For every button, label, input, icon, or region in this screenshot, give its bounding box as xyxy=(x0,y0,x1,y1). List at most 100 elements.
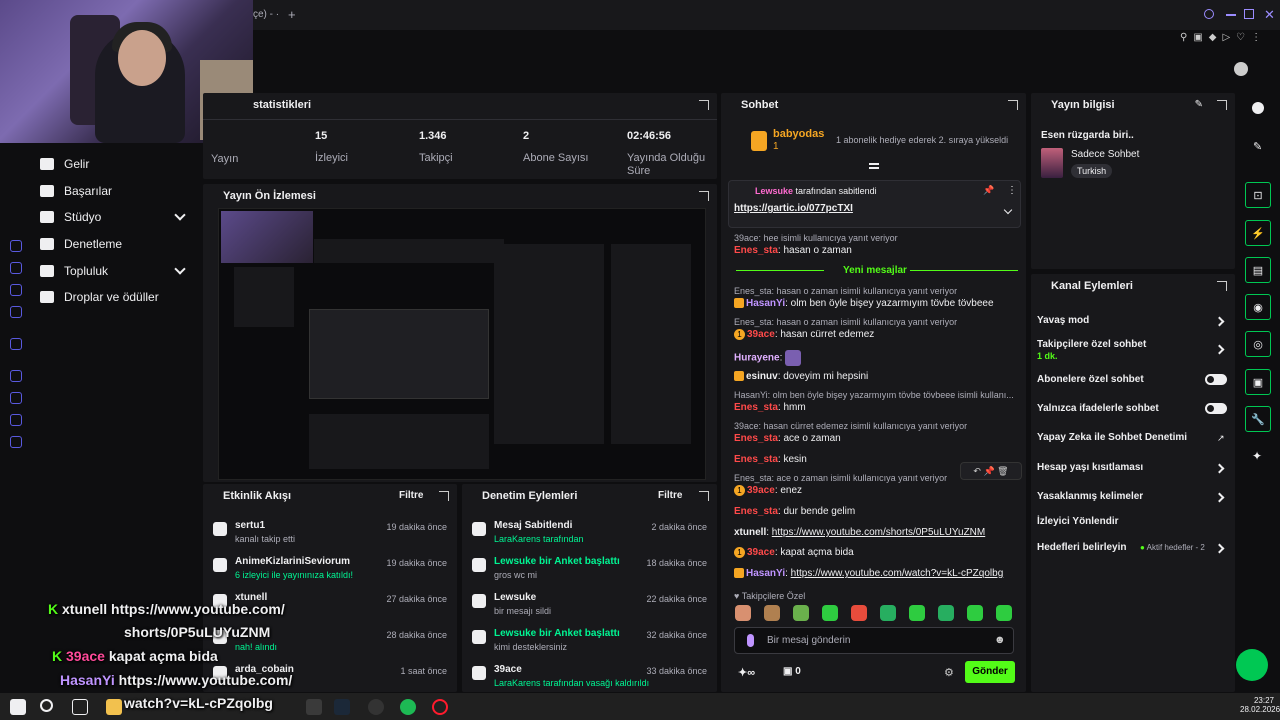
rail-button[interactable]: ⊡ xyxy=(1245,182,1271,208)
emote-icon[interactable] xyxy=(880,605,896,621)
chat-message[interactable]: HasanYi: https://www.youtube.com/watch?v… xyxy=(734,568,1003,579)
rail-button[interactable]: ▤ xyxy=(1245,257,1271,283)
emote-icon[interactable] xyxy=(967,605,983,621)
opera-icon[interactable] xyxy=(432,699,448,715)
close-icon[interactable]: ✕ xyxy=(1264,7,1275,23)
category-thumbnail[interactable] xyxy=(1041,148,1063,178)
chat-message[interactable]: Enes_sta: hasan o zaman xyxy=(734,245,852,256)
expand-icon[interactable] xyxy=(1008,100,1018,110)
rail-icon[interactable] xyxy=(10,240,22,252)
rail-icon[interactable] xyxy=(10,392,22,404)
followers-chat-item[interactable]: Takipçilere özel sohbet xyxy=(1037,339,1146,350)
filter-button[interactable]: Filtre xyxy=(399,490,423,501)
emote-icon[interactable] xyxy=(938,605,954,621)
channel-points-icon[interactable]: ✦∞ xyxy=(738,666,755,679)
edit-icon[interactable]: ✎ xyxy=(1253,140,1262,153)
message-actions[interactable]: ↶ 📌 🗑 xyxy=(960,462,1022,480)
avatar[interactable] xyxy=(1234,62,1248,76)
expand-icon[interactable] xyxy=(699,491,709,501)
chat-message[interactable]: Enes_sta: hmm xyxy=(734,402,806,413)
sidebar-item-gelir[interactable]: Gelir xyxy=(40,153,89,175)
rail-button[interactable]: 🔧 xyxy=(1245,406,1271,432)
rail-icon[interactable] xyxy=(10,436,22,448)
emote-icon[interactable] xyxy=(822,605,838,621)
expand-icon[interactable] xyxy=(699,100,709,110)
chat-message[interactable]: Hurayene: xyxy=(734,350,802,366)
tag-badge[interactable]: Turkish xyxy=(1071,164,1113,178)
raid-item[interactable]: İzleyici Yönlendir xyxy=(1037,516,1119,527)
emote-chat-toggle[interactable] xyxy=(1205,403,1227,414)
emote-icon[interactable] xyxy=(996,605,1012,621)
search-icon[interactable] xyxy=(1204,9,1214,19)
rail-icon[interactable] xyxy=(10,370,22,382)
sidebar-item-droplar[interactable]: Droplar ve ödüller xyxy=(40,286,159,308)
emote-icon[interactable] xyxy=(793,605,809,621)
rail-icon[interactable] xyxy=(10,284,22,296)
rail-icon[interactable] xyxy=(10,262,22,274)
windows-start-icon[interactable] xyxy=(10,699,26,715)
pin-icon[interactable]: 📌 xyxy=(983,185,994,196)
points-icon[interactable]: ✦ xyxy=(1252,449,1262,463)
top-gifter[interactable]: babyodas xyxy=(773,128,824,140)
emote-icon[interactable] xyxy=(851,605,867,621)
rail-icon[interactable] xyxy=(10,306,22,318)
list-item[interactable]: Lewsuke bir Anket başlattı gros wc mi 18 d… xyxy=(462,552,717,588)
filter-button[interactable]: Filtre xyxy=(658,490,682,501)
list-item[interactable]: AnimeKizlariniSeviorum 6 izleyici ile yay… xyxy=(203,552,457,588)
chat-message[interactable]: 1 39ace: kapat açma bida xyxy=(734,547,854,558)
expand-icon[interactable] xyxy=(439,491,449,501)
category-name[interactable]: Sadece Sohbet xyxy=(1071,149,1139,160)
search-icon[interactable] xyxy=(40,699,53,712)
chat-message[interactable]: HasanYi: olm ben öyle bişey yazarmıyım t… xyxy=(734,298,994,309)
preview-video[interactable]: ❚❚ xyxy=(218,208,706,494)
minimize-icon[interactable] xyxy=(1226,14,1236,16)
chat-message[interactable]: Enes_sta: dur bende gelim xyxy=(734,506,855,517)
steam-icon[interactable] xyxy=(334,699,350,715)
sidebar-item-topluluk[interactable]: Topluluk xyxy=(40,260,108,282)
list-item[interactable]: Mesaj Sabitlendi LaraKarens tarafından 2 d… xyxy=(462,516,717,552)
settings-icon[interactable]: ⚙ xyxy=(944,666,954,679)
expand-icon[interactable] xyxy=(699,191,709,201)
info-icon[interactable] xyxy=(1252,102,1264,114)
chevron-down-icon[interactable] xyxy=(1003,205,1013,215)
expand-icon[interactable] xyxy=(1217,281,1227,291)
list-item[interactable]: 39ace LaraKarens tarafından vasağı kaldır… xyxy=(462,660,717,696)
rail-button[interactable]: ◎ xyxy=(1245,331,1271,357)
support-button[interactable] xyxy=(1236,649,1268,681)
chat-message[interactable]: 1 39ace: hasan cürret edemez xyxy=(734,329,874,340)
slow-mode-item[interactable]: Yavaş mod xyxy=(1037,315,1089,326)
pinned-link[interactable]: https://gartic.io/077pcTXI xyxy=(734,203,853,214)
sidebar-item-basarilar[interactable]: Başarılar xyxy=(40,180,112,202)
age-restriction-item[interactable]: Hesap yaşı kısıtlaması xyxy=(1037,462,1143,473)
rail-icon[interactable] xyxy=(10,414,22,426)
sidebar-item-denetleme[interactable]: Denetleme xyxy=(40,233,122,255)
list-item[interactable]: Lewsuke bir mesajı sildi 22 dakika önce xyxy=(462,588,717,624)
ai-mod-item[interactable]: Yapay Zeka ile Sohbet Denetimi xyxy=(1037,432,1187,443)
list-item[interactable]: Lewsuke bir Anket başlattı kimi destekler… xyxy=(462,624,717,660)
folder-icon[interactable] xyxy=(106,699,122,715)
epic-icon[interactable] xyxy=(306,699,322,715)
rail-button[interactable]: ⚡ xyxy=(1245,220,1271,246)
rail-icon[interactable] xyxy=(10,338,22,350)
emote-icon[interactable] xyxy=(909,605,925,621)
chat-message[interactable]: Enes_sta: kesin xyxy=(734,454,807,465)
external-link-icon[interactable]: ↗ xyxy=(1217,433,1225,444)
chat-input[interactable]: Bir mesaj gönderin ☻ xyxy=(734,627,1014,654)
sidebar-item-studyo[interactable]: Stüdyo xyxy=(40,206,101,228)
banned-words-item[interactable]: Yasaklanmış kelimeler xyxy=(1037,491,1143,502)
sub-chat-toggle[interactable] xyxy=(1205,374,1227,385)
rail-button[interactable]: ▣ xyxy=(1245,369,1271,395)
expand-icon[interactable] xyxy=(1217,100,1227,110)
send-button[interactable]: Gönder xyxy=(965,661,1015,683)
spotify-icon[interactable] xyxy=(400,699,416,715)
chat-message[interactable]: Enes_sta: ace o zaman xyxy=(734,433,841,444)
emote-icon[interactable] xyxy=(764,605,780,621)
goals-item[interactable]: Hedefleri belirleyin xyxy=(1037,542,1126,553)
task-view-icon[interactable] xyxy=(72,699,88,715)
edit-icon[interactable]: ✎ xyxy=(1195,99,1203,110)
emote-icon[interactable] xyxy=(735,605,751,621)
obs-icon[interactable] xyxy=(368,699,384,715)
more-icon[interactable]: ⋮ xyxy=(1007,185,1017,196)
maximize-icon[interactable] xyxy=(1244,9,1254,19)
chat-message[interactable]: esinuv: doveyim mi hepsini xyxy=(734,371,868,382)
